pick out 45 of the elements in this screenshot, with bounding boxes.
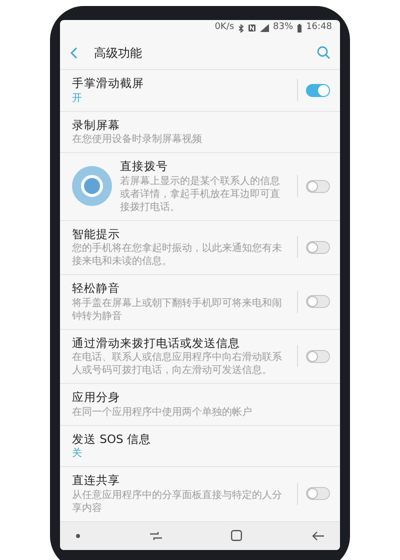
battery-percentage: 83% <box>273 21 294 34</box>
setting-row[interactable]: 录制屏幕 在您使用设备时录制屏幕视频 <box>60 112 340 154</box>
setting-row[interactable]: 轻松静音 将手盖在屏幕上或朝下翻转手机即可将来电和闹钟转为静音 <box>60 275 340 330</box>
setting-row[interactable]: 通过滑动来拨打电话或发送信息 在电话、联系人或信息应用程序中向右滑动联系人或号码可拨打电话，向左滑动可发送信息。 <box>60 330 340 384</box>
signal-icon <box>260 24 270 32</box>
toggle-switch[interactable] <box>306 487 330 500</box>
recent-apps-icon[interactable] <box>150 530 162 541</box>
nfc-icon <box>248 24 256 32</box>
setting-title: 通过滑动来拨打电话或发送信息 <box>72 336 241 352</box>
setting-title: 发送 SOS 信息 <box>72 432 152 448</box>
toggle-switch[interactable] <box>306 84 330 97</box>
network-speed: 0K/s <box>214 21 234 34</box>
setting-title: 直接拨号 <box>120 159 169 175</box>
setting-row[interactable]: 直接拨号 若屏幕上显示的是某个联系人的信息或者详情，拿起手机放在耳边即可直接拨打电话。 <box>60 153 340 221</box>
setting-title: 应用分身 <box>72 390 121 406</box>
setting-description: 从任意应用程序中的分享面板直接与特定的人分享内容 <box>72 488 283 515</box>
setting-value: 开 <box>72 92 83 105</box>
back-icon[interactable] <box>312 530 324 541</box>
setting-description: 在同一个应用程序中使用两个单独的帐户 <box>72 406 253 419</box>
setting-title: 智能提示 <box>72 226 121 242</box>
toggle-switch[interactable] <box>306 240 330 254</box>
toggle-switch[interactable] <box>306 350 330 363</box>
setting-title: 录制屏幕 <box>72 118 121 134</box>
setting-row[interactable]: 应用分身 在同一个应用程序中使用两个单独的帐户 <box>60 384 340 426</box>
setting-row[interactable]: 智能提示 您的手机将在您拿起时振动，以此来通知您有未接来电和未读的信息。 <box>60 220 340 276</box>
setting-description: 在您使用设备时录制屏幕视频 <box>72 133 203 146</box>
setting-description: 将手盖在屏幕上或朝下翻转手机即可将来电和闹钟转为静音 <box>72 296 283 323</box>
setting-title: 直连共享 <box>72 473 121 489</box>
setting-title: 轻松静音 <box>72 281 121 297</box>
dot-icon[interactable] <box>76 534 80 538</box>
home-icon[interactable] <box>231 530 242 542</box>
setting-description: 在电话、联系人或信息应用程序中向右滑动联系人或号码可拨打电话，向左滑动可发送信息。 <box>72 351 283 378</box>
setting-description: 您的手机将在您拿起时振动，以此来通知您有未接来电和未读的信息。 <box>72 242 283 268</box>
clock: 16:48 <box>306 21 332 34</box>
toggle-switch[interactable] <box>306 180 330 193</box>
setting-row[interactable]: 发送 SOS 信息 关 <box>60 426 340 468</box>
setting-title: 手掌滑动截屏 <box>72 76 145 92</box>
setting-value: 关 <box>72 447 83 460</box>
bluetooth-icon <box>238 24 244 32</box>
search-icon[interactable] <box>317 46 330 59</box>
setting-row[interactable]: 手掌滑动截屏 开 <box>60 70 340 112</box>
page-title: 高级功能 <box>94 44 143 62</box>
battery-icon <box>297 24 302 32</box>
setting-description: 若屏幕上显示的是某个联系人的信息或者详情，拿起手机放在耳边即可直接拨打电话。 <box>120 174 281 214</box>
toggle-switch[interactable] <box>306 295 330 308</box>
